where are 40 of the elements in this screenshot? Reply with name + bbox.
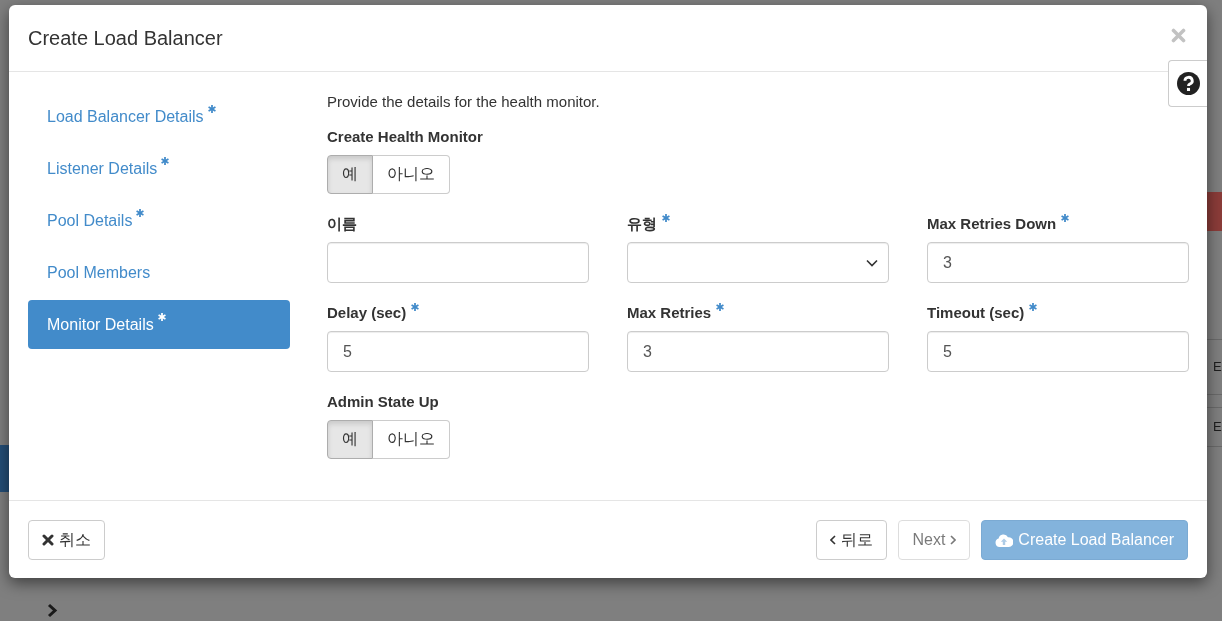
input-field[interactable]: 3 — [627, 331, 889, 372]
step-tab[interactable]: Load Balancer Details — [28, 92, 290, 141]
toggle-option[interactable]: 예 — [327, 420, 373, 459]
chevron-left-icon — [830, 535, 837, 545]
cloud-upload-icon — [995, 533, 1014, 547]
step-tab[interactable]: Pool Details — [28, 196, 290, 245]
help-button[interactable] — [1168, 60, 1207, 107]
step-tab[interactable]: Monitor Details — [28, 300, 290, 349]
toggle-option[interactable]: 아니오 — [373, 155, 450, 194]
cancel-button[interactable]: 취소 — [28, 520, 105, 560]
back-button[interactable]: 뒤로 — [816, 520, 888, 560]
table-cell: E — [1213, 359, 1222, 375]
toggle-option[interactable]: 아니오 — [373, 420, 450, 459]
field-label: Timeout (sec) — [927, 303, 1025, 323]
background-block — [0, 445, 9, 492]
select-field[interactable] — [627, 242, 889, 283]
field-label: 유형 — [627, 214, 657, 234]
chevron-right-icon — [950, 535, 957, 545]
field-label: Max Retries — [627, 303, 712, 323]
field-label: 이름 — [327, 214, 357, 234]
toggle-option[interactable]: 예 — [327, 155, 373, 194]
input-field[interactable]: 3 — [927, 242, 1189, 283]
field-label: Delay (sec) — [327, 303, 407, 323]
field-label: Max Retries Down — [927, 214, 1057, 234]
field-label: Admin State Up — [327, 392, 439, 412]
table-cell: E — [1213, 419, 1222, 435]
step-tab[interactable]: Pool Members — [28, 248, 290, 297]
field-label: Create Health Monitor — [327, 127, 483, 147]
input-field[interactable]: 5 — [927, 331, 1189, 372]
chevron-right-icon[interactable] — [47, 603, 58, 618]
step-tab[interactable]: Listener Details — [28, 144, 290, 193]
question-circle-icon — [1176, 72, 1200, 95]
close-icon[interactable] — [1171, 27, 1186, 43]
intro-text: Provide the details for the health monitor. — [327, 92, 600, 112]
background-block — [1207, 192, 1222, 231]
dialog-title: Create Load Balancer — [28, 26, 223, 50]
input-field[interactable] — [327, 242, 589, 283]
chevron-down-icon — [866, 258, 878, 267]
close-icon — [42, 534, 54, 546]
input-field[interactable]: 5 — [327, 331, 589, 372]
